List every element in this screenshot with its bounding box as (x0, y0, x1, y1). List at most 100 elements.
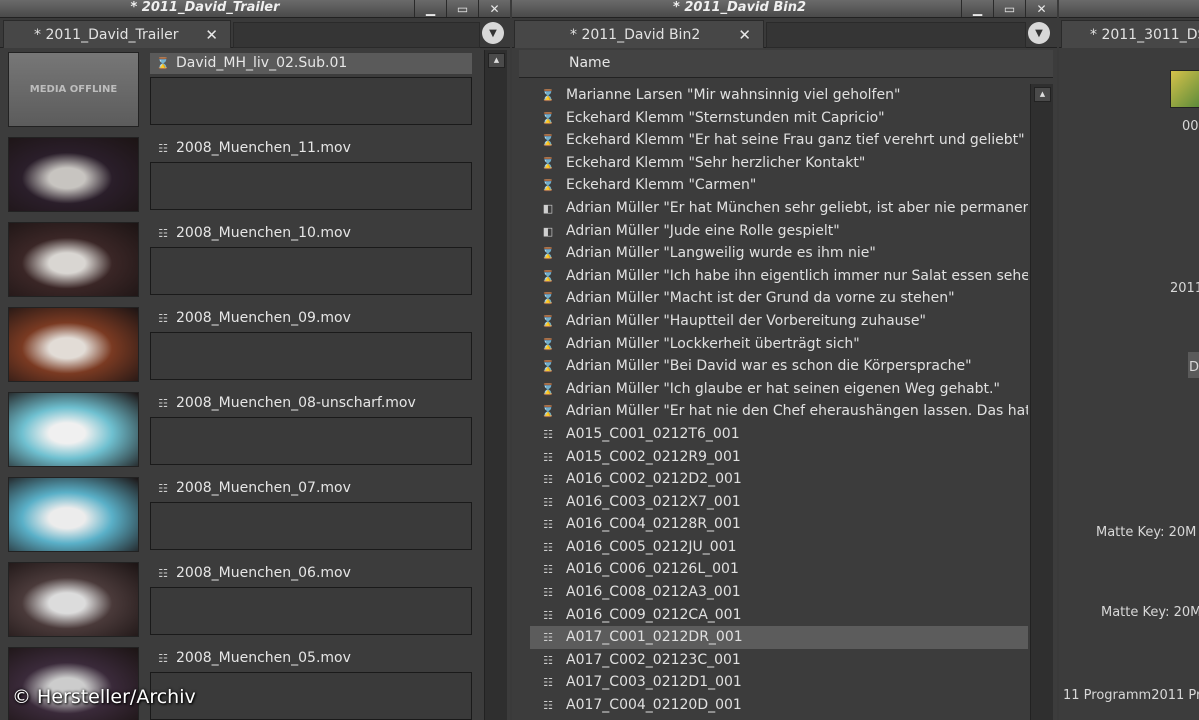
list-item[interactable]: ⌛ Eckehard Klemm "Sternstunden mit Capric… (530, 107, 1028, 130)
chevron-down-icon[interactable]: ▼ (1028, 22, 1050, 44)
clip-thumbnail[interactable]: MEDIA OFFLINE (8, 52, 139, 127)
sequence-icon: ◧ (542, 224, 554, 238)
window-title: * 2011_David_Trailer (130, 0, 280, 15)
tab-bin[interactable]: * 2011_David Bin2 ✕ (514, 20, 764, 48)
list-item[interactable]: ☷ A015_C001_0212T6_001 (530, 423, 1028, 446)
clip-name[interactable]: ☷ 2008_Muenchen_09.mov (150, 308, 472, 329)
clip-info-box (150, 247, 472, 295)
list-item[interactable]: ☷ A016_C009_0212CA_001 (530, 604, 1028, 627)
clip-thumbnail[interactable] (8, 477, 139, 552)
list-item[interactable]: ☷ A016_C005_0212JU_001 (530, 536, 1028, 559)
clip-name-label: 2008_Muenchen_09.mov (176, 310, 351, 326)
list-item[interactable]: ☷ A017_C004_02120D_001 (530, 694, 1028, 717)
tab-label: * 2011_David_Trailer (34, 26, 179, 43)
clip-thumbnail[interactable] (8, 307, 139, 382)
list-item-label: Adrian Müller "Langweilig wurde es ihm n… (566, 245, 876, 262)
list-item[interactable]: ⌛ Adrian Müller "Er hat nie den Chef eher… (530, 400, 1028, 423)
clip-name[interactable]: ☷ 2008_Muenchen_07.mov (150, 478, 472, 499)
tab-bin[interactable]: * 2011_David_Trailer ✕ (3, 20, 231, 48)
list-item[interactable]: ⌛ Adrian Müller "Hauptteil der Vorbereitu… (530, 310, 1028, 333)
minimize-icon[interactable]: ▁ (961, 0, 993, 17)
masterclip-icon: ☷ (158, 227, 168, 240)
list-item[interactable]: ⌛ Marianne Larsen "Mir wahnsinnig viel ge… (530, 84, 1028, 107)
list-item[interactable]: ⌛ Eckehard Klemm "Er hat seine Frau ganz … (530, 129, 1028, 152)
frame-item[interactable]: ☷ 2008_Muenchen_08-unscharf.mov (0, 392, 480, 477)
list-item-label: Adrian Müller "Ich glaube er hat seinen … (566, 380, 1000, 397)
tab-bin[interactable]: * 2011_3011_DS (1061, 20, 1199, 48)
clip-thumbnail[interactable] (8, 647, 139, 720)
list-item-label: A015_C002_0212R9_001 (566, 448, 741, 465)
clip-name[interactable]: ☷ 2008_Muenchen_11.mov (150, 138, 472, 159)
clip-thumbnail[interactable] (8, 392, 139, 467)
subclip-icon: ⌛ (541, 269, 555, 283)
close-icon[interactable]: ✕ (205, 26, 218, 44)
clip-thumbnail[interactable] (8, 562, 139, 637)
list-item[interactable]: ☷ A017_C002_02123C_001 (530, 649, 1028, 672)
column-header[interactable]: Name (519, 50, 1053, 78)
clip-name[interactable]: ⌛ David_MH_liv_02.Sub.01 (150, 53, 472, 74)
tab-empty-area (233, 22, 480, 48)
list-item[interactable]: ☷ A015_C002_0212R9_001 (530, 446, 1028, 469)
frame-item[interactable]: ☷ 2008_Muenchen_06.mov (0, 562, 480, 647)
list-item[interactable]: ⌛ Adrian Müller "Lockkerheit überträgt si… (530, 333, 1028, 356)
masterclip-icon: ☷ (158, 312, 168, 325)
window-titlebar[interactable]: * 2011_David_Trailer ▁ ▭ ✕ (0, 0, 510, 18)
list-item[interactable]: ◧ Adrian Müller "Jude eine Rolle gespielt… (530, 220, 1028, 243)
list-item-label: Adrian Müller "Macht ist der Grund da vo… (566, 290, 955, 307)
clip-name[interactable]: ☷ 2008_Muenchen_06.mov (150, 563, 472, 584)
window-titlebar[interactable] (1059, 0, 1199, 18)
close-icon[interactable]: ✕ (738, 26, 751, 44)
list-item[interactable]: ⌛ Eckehard Klemm "Sehr herzlicher Kontakt… (530, 152, 1028, 175)
clip-name[interactable]: ☷ 2008_Muenchen_10.mov (150, 223, 472, 244)
close-icon[interactable]: ✕ (478, 0, 510, 17)
close-icon[interactable]: ✕ (1025, 0, 1057, 17)
list-item[interactable]: ⌛ Eckehard Klemm "Carmen" (530, 174, 1028, 197)
clip-text: Matte Key: 20M (1096, 525, 1197, 540)
frame-item[interactable]: ☷ 2008_Muenchen_11.mov (0, 137, 480, 222)
list-item[interactable]: ☷ A017_C003_0212D1_001 (530, 671, 1028, 694)
list-item[interactable]: ☷ A016_C004_02128R_001 (530, 513, 1028, 536)
tab-bar: * 2011_David Bin2 ✕ ▼ (512, 18, 1057, 48)
frame-item[interactable]: ☷ 2008_Muenchen_09.mov (0, 307, 480, 392)
clip-thumbnail[interactable] (8, 222, 139, 297)
list-item[interactable]: ☷ A016_C003_0212X7_001 (530, 491, 1028, 514)
list-item[interactable]: ⌛ Adrian Müller "Langweilig wurde es ihm … (530, 242, 1028, 265)
sequence-icon: ◧ (542, 201, 554, 215)
frame-item[interactable]: ☷ 2008_Muenchen_10.mov (0, 222, 480, 307)
maximize-icon[interactable]: ▭ (993, 0, 1025, 17)
list-item-label: A016_C009_0212CA_001 (566, 606, 742, 623)
subclip-icon: ⌛ (541, 337, 555, 351)
masterclip-icon: ☷ (158, 397, 168, 410)
scrollbar[interactable]: ▲ (1030, 84, 1053, 720)
tab-label: * 2011_David Bin2 (570, 26, 701, 43)
minimize-icon[interactable]: ▁ (414, 0, 446, 17)
masterclip-icon: ☷ (543, 653, 553, 667)
chevron-down-icon[interactable]: ▼ (482, 22, 504, 44)
list-item[interactable]: ☷ A016_C008_0212A3_001 (530, 581, 1028, 604)
maximize-icon[interactable]: ▭ (446, 0, 478, 17)
list-item-label: A016_C003_0212X7_001 (566, 493, 741, 510)
list-item[interactable]: ◧ Adrian Müller "Er hat München sehr geli… (530, 197, 1028, 220)
list-item[interactable]: ⌛ Adrian Müller "Ich glaube er hat seinen… (530, 378, 1028, 401)
frame-item[interactable]: MEDIA OFFLINE ⌛ David_MH_liv_02.Sub.01 (0, 52, 480, 137)
frame-item[interactable]: ☷ 2008_Muenchen_07.mov (0, 477, 480, 562)
list-item[interactable]: ☷ A017_C001_0212DR_001 (530, 626, 1028, 649)
clip-name[interactable]: ☷ 2008_Muenchen_05.mov (150, 648, 472, 669)
list-item[interactable]: ☷ A016_C002_0212D2_001 (530, 468, 1028, 491)
list-item-label: A017_C003_0212D1_001 (566, 674, 742, 691)
scrollbar[interactable]: ▲ (484, 50, 507, 720)
list-item[interactable]: ⌛ Adrian Müller "Bei David war es schon d… (530, 355, 1028, 378)
scroll-up-arrow-icon[interactable]: ▲ (488, 53, 505, 68)
thumbnail[interactable] (1170, 70, 1199, 108)
frame-item[interactable]: ☷ 2008_Muenchen_05.mov (0, 647, 480, 720)
list-item[interactable]: ⌛ Adrian Müller "Ich habe ihn eigentlich … (530, 265, 1028, 288)
clip-info-box (150, 162, 472, 210)
clip-name[interactable]: ☷ 2008_Muenchen_08-unscharf.mov (150, 393, 472, 414)
list-item[interactable]: ☷ A016_C006_02126L_001 (530, 558, 1028, 581)
scroll-up-arrow-icon[interactable]: ▲ (1034, 87, 1051, 102)
list-item[interactable]: ⌛ Adrian Müller "Macht ist der Grund da v… (530, 287, 1028, 310)
list-item-label: Eckehard Klemm "Sehr herzlicher Kontakt" (566, 154, 866, 171)
clip-thumbnail[interactable] (8, 137, 139, 212)
window-titlebar[interactable]: * 2011_David Bin2 ▁ ▭ ✕ (512, 0, 1057, 18)
list-item-label: A015_C001_0212T6_001 (566, 425, 740, 442)
